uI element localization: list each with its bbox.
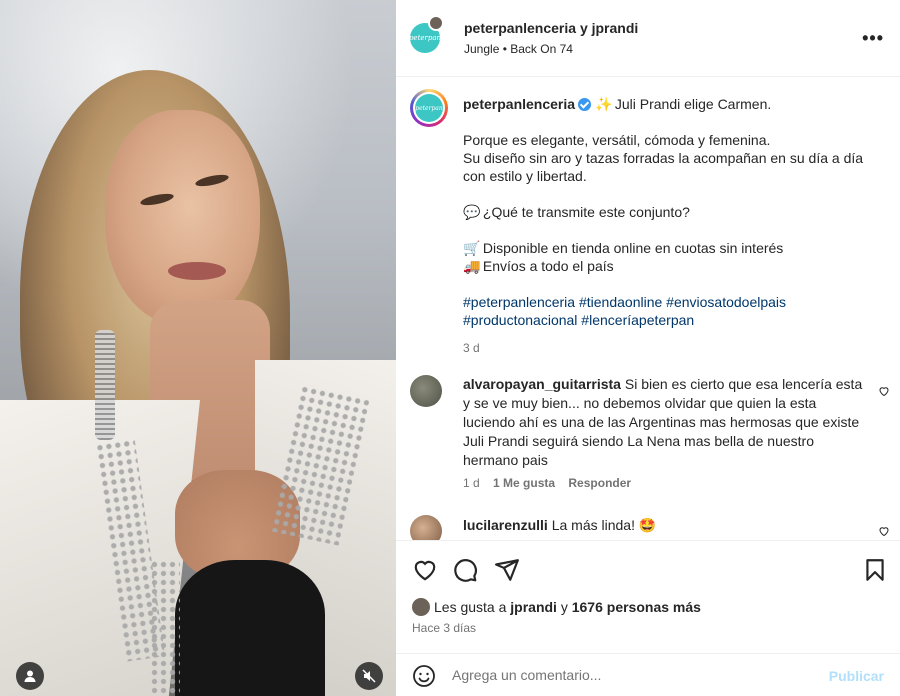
post-dialog: peterpan peterpanlenceria y jprandi Jung…	[0, 0, 900, 696]
avatar-logo-text: peterpan	[408, 34, 442, 42]
post-comment-button[interactable]: Publicar	[829, 668, 884, 684]
truck-icon: 🚚	[463, 258, 481, 274]
post-date[interactable]: Hace 3 días	[412, 621, 476, 635]
collaborator-avatar[interactable]	[428, 15, 444, 31]
likes-count[interactable]: 1676 personas más	[572, 599, 701, 615]
liker-avatar	[412, 598, 430, 616]
lips	[168, 262, 226, 280]
comment: alvaropayan_guitarrista Si bien es ciert…	[410, 375, 890, 495]
comment-meta: 1 d 1 Me gusta Responder	[463, 476, 631, 490]
sparkles-icon: ✨	[594, 96, 613, 112]
like-comment-heart-icon[interactable]	[878, 385, 890, 397]
caption-shipping: Envíos a todo el país	[482, 258, 614, 274]
caption-author-avatar[interactable]: peterpan	[410, 89, 448, 127]
reply-button[interactable]: Responder	[568, 476, 631, 490]
hashtags[interactable]: #peterpanlenceria #tiendaonline #enviosa…	[463, 293, 883, 311]
comment-bubble-icon[interactable]	[452, 557, 478, 583]
caption-line: Su diseño sin aro y tazas forradas la ac…	[463, 150, 864, 184]
comment-time[interactable]: 1 d	[463, 476, 480, 490]
speaker-muted-icon	[362, 669, 376, 683]
audio-track[interactable]: Jungle • Back On 74	[464, 42, 638, 56]
commenter-avatar[interactable]	[410, 515, 442, 540]
face	[105, 110, 260, 325]
earring	[95, 330, 115, 440]
likes-prefix: Les gusta a	[434, 599, 507, 615]
speech-bubble-icon: 💬	[463, 204, 481, 220]
caption-username[interactable]: peterpanlenceria	[463, 96, 575, 112]
comments-scroll-area[interactable]: peterpan peterpanlenceria ✨ Juli Prandi …	[396, 77, 900, 540]
cart-icon: 🛒	[463, 240, 481, 256]
avatar-logo-text: peterpan	[415, 94, 443, 122]
comment-input[interactable]	[452, 667, 812, 683]
more-options-icon[interactable]: •••	[862, 28, 884, 49]
caption-line: Porque es elegante, versátil, cómoda y f…	[463, 132, 771, 148]
likes-connector: y	[560, 599, 568, 615]
comment-username[interactable]: alvaropayan_guitarrista	[463, 376, 621, 392]
likes-summary[interactable]: Les gusta a jprandi y 1676 personas más	[412, 598, 701, 616]
mute-button[interactable]	[355, 662, 383, 690]
caption-time[interactable]: 3 d	[463, 339, 883, 357]
post-side-panel: peterpan peterpanlenceria y jprandi Jung…	[396, 0, 900, 696]
post-header: peterpan peterpanlenceria y jprandi Jung…	[396, 0, 900, 77]
comment-text: La más linda! 🤩	[551, 517, 657, 533]
emoji-picker-icon[interactable]	[412, 664, 436, 688]
studs-lower	[150, 560, 180, 696]
save-bookmark-icon[interactable]	[862, 557, 888, 583]
like-heart-icon[interactable]	[412, 557, 438, 583]
author-avatar[interactable]: peterpan	[408, 15, 444, 53]
caption-availability: Disponible en tienda online en cuotas si…	[482, 240, 784, 256]
black-bra	[175, 560, 325, 696]
commenter-avatar[interactable]	[410, 375, 442, 407]
add-comment-bar: Publicar	[396, 653, 900, 696]
comment-username[interactable]: lucilarenzulli	[463, 517, 548, 533]
verified-badge-icon	[578, 98, 592, 111]
share-paper-plane-icon[interactable]	[494, 557, 520, 583]
like-comment-heart-icon[interactable]	[878, 525, 890, 537]
post-video[interactable]	[0, 0, 396, 696]
user-icon	[24, 670, 36, 682]
comment-likes[interactable]: 1 Me gusta	[493, 476, 555, 490]
post-actions	[396, 540, 900, 598]
post-caption: peterpanlenceria ✨ Juli Prandi elige Car…	[463, 95, 883, 357]
hashtags[interactable]: #productonacional #lenceríapeterpan	[463, 311, 883, 329]
comment: lucilarenzulli La más linda! 🤩	[410, 515, 890, 540]
caption-first-line: Juli Prandi elige Carmen.	[614, 96, 772, 112]
caption-question: ¿Qué te transmite este conjunto?	[482, 204, 690, 220]
post-authors[interactable]: peterpanlenceria y jprandi	[464, 20, 638, 36]
tagged-users-button[interactable]	[16, 662, 44, 690]
liker-username[interactable]: jprandi	[510, 599, 557, 615]
